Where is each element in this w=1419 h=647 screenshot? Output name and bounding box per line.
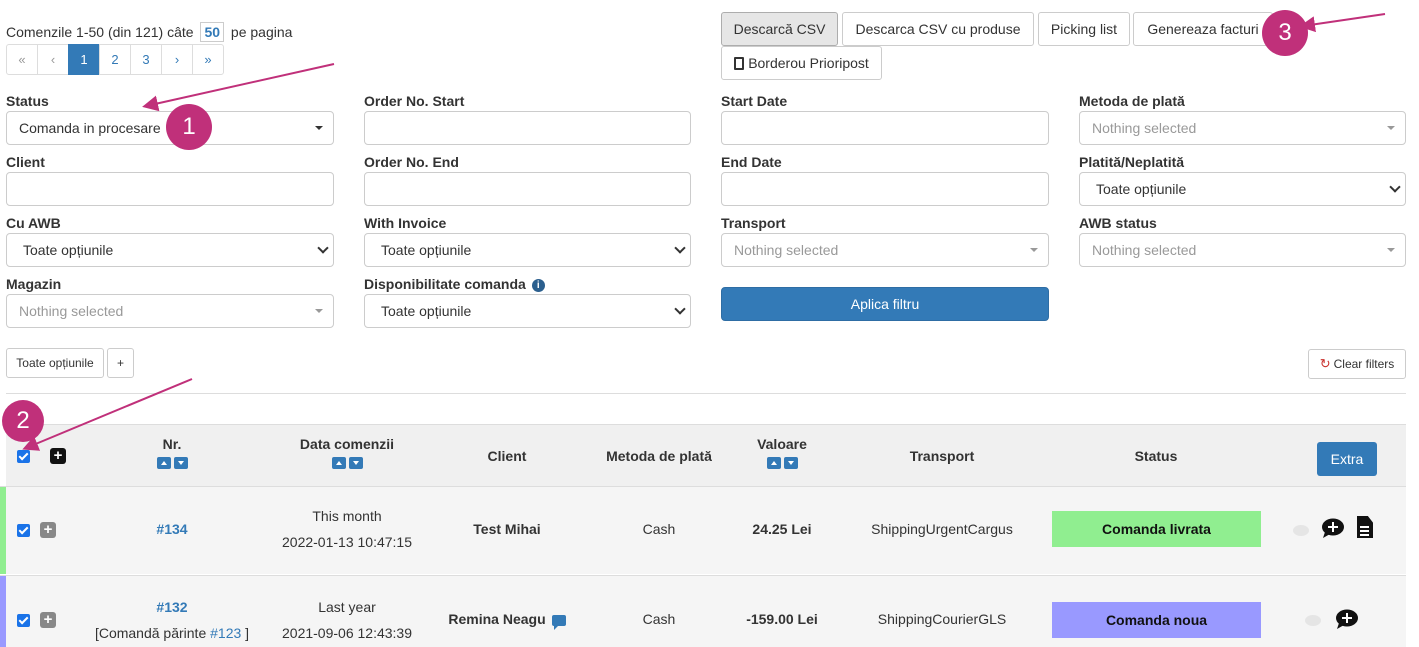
annotation-badge-3: 3 — [1262, 10, 1308, 56]
annotation-arrows — [22, 13, 1386, 451]
annotation-badge-2: 2 — [2, 400, 44, 442]
annotation-badge-1: 1 — [166, 104, 212, 150]
